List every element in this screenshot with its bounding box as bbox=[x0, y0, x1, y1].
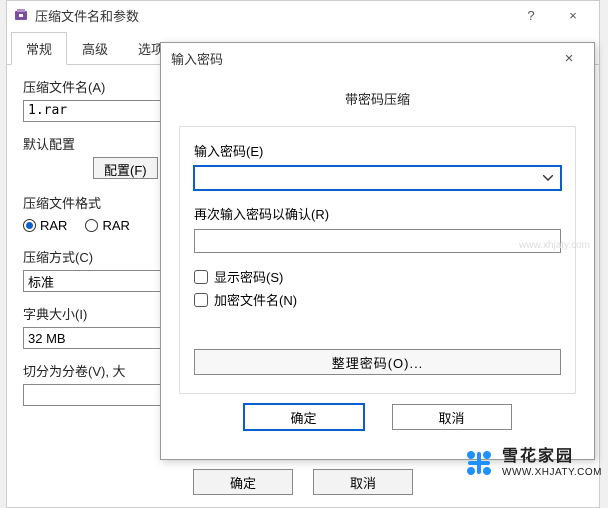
password-dialog: 输入密码 × 带密码压缩 输入密码(E) 再次输入密码以确认(R) 显示密码(S… bbox=[160, 42, 595, 460]
pw2-label: 再次输入密码以确认(R) bbox=[194, 204, 561, 223]
winrar-icon bbox=[13, 7, 29, 23]
pw-cancel-button[interactable]: 取消 bbox=[392, 404, 512, 430]
radio-rar4-label: RAR bbox=[102, 218, 129, 233]
pw-heading: 带密码压缩 bbox=[179, 89, 576, 108]
watermark-icon bbox=[462, 446, 496, 480]
pw1-input[interactable] bbox=[194, 166, 561, 190]
watermark-url: WWW.XHJATY.COM bbox=[502, 467, 602, 479]
radio-rar-label: RAR bbox=[40, 218, 67, 233]
pw-titlebar: 输入密码 × bbox=[161, 43, 594, 73]
pw-title: 输入密码 bbox=[171, 49, 554, 68]
checkbox-icon bbox=[194, 293, 208, 307]
pw-close-button[interactable]: × bbox=[554, 50, 584, 67]
tab-advanced[interactable]: 高级 bbox=[67, 32, 123, 65]
watermark-mid: www.xhjaty.com bbox=[519, 240, 590, 251]
pw-ok-button[interactable]: 确定 bbox=[244, 404, 364, 430]
help-button[interactable]: ? bbox=[511, 4, 551, 26]
main-ok-button[interactable]: 确定 bbox=[193, 469, 293, 495]
radio-rar4-dot bbox=[85, 219, 98, 232]
main-cancel-button[interactable]: 取消 bbox=[313, 469, 413, 495]
close-button[interactable]: × bbox=[553, 4, 593, 26]
encrypt-names-label: 加密文件名(N) bbox=[214, 290, 297, 309]
pw1-dropdown-icon[interactable] bbox=[539, 169, 557, 187]
pw-footer: 确定 取消 bbox=[179, 394, 576, 430]
show-password-checkbox[interactable]: 显示密码(S) bbox=[194, 267, 561, 286]
pw-inner: 输入密码(E) 再次输入密码以确认(R) 显示密码(S) 加密文件名(N) 整理… bbox=[179, 126, 576, 394]
pw-body: 带密码压缩 输入密码(E) 再次输入密码以确认(R) 显示密码(S) 加密文件名… bbox=[161, 73, 594, 440]
checkbox-icon bbox=[194, 270, 208, 284]
radio-rar-dot bbox=[23, 219, 36, 232]
pw2-input[interactable] bbox=[194, 229, 561, 253]
radio-rar[interactable]: RAR bbox=[23, 218, 67, 233]
config-button[interactable]: 配置(F) bbox=[93, 157, 158, 179]
main-titlebar: 压缩文件名和参数 ? × bbox=[7, 1, 599, 29]
pw1-label: 输入密码(E) bbox=[194, 141, 561, 160]
organize-passwords-button[interactable]: 整理密码(O)... bbox=[194, 349, 561, 375]
tab-general[interactable]: 常规 bbox=[11, 32, 67, 65]
watermark: 雪花家园 WWW.XHJATY.COM bbox=[462, 446, 602, 480]
show-password-label: 显示密码(S) bbox=[214, 267, 283, 286]
radio-rar4[interactable]: RAR bbox=[85, 218, 129, 233]
watermark-text: 雪花家园 WWW.XHJATY.COM bbox=[502, 447, 602, 478]
encrypt-names-checkbox[interactable]: 加密文件名(N) bbox=[194, 290, 561, 309]
main-title: 压缩文件名和参数 bbox=[35, 6, 509, 25]
watermark-cn: 雪花家园 bbox=[502, 447, 602, 466]
